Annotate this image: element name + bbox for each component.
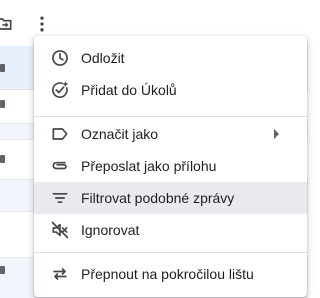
menu-item-label: Odložit bbox=[81, 50, 125, 66]
menu-item-add-to-tasks[interactable]: Přidat do Úkolů bbox=[34, 74, 307, 106]
move-to-icon[interactable] bbox=[0, 14, 14, 34]
mute-icon bbox=[50, 220, 70, 240]
row-checkbox-edge bbox=[0, 100, 5, 108]
menu-item-label: Ignorovat bbox=[81, 222, 140, 238]
menu-item-label: Přidat do Úkolů bbox=[81, 82, 177, 98]
clock-icon bbox=[50, 48, 70, 68]
filter-icon bbox=[50, 188, 70, 208]
swap-icon bbox=[50, 264, 70, 284]
menu-item-label: Označit jako bbox=[81, 126, 159, 142]
attachment-icon bbox=[50, 156, 70, 176]
menu-item-label: Přeposlat jako přílohu bbox=[81, 158, 217, 174]
label-icon bbox=[50, 124, 70, 144]
menu-item-switch-toolbar[interactable]: Přepnout na pokročilou lištu bbox=[34, 258, 307, 290]
menu-item-label: Přepnout na pokročilou lištu bbox=[81, 266, 254, 282]
menu-item-label-as[interactable]: Označit jako bbox=[34, 118, 307, 150]
menu-divider bbox=[34, 252, 307, 253]
more-vert-icon[interactable] bbox=[32, 14, 52, 34]
row-checkbox-edge bbox=[0, 64, 5, 72]
menu-item-label: Filtrovat podobné zprávy bbox=[81, 190, 235, 206]
menu-item-forward-as-attachment[interactable]: Přeposlat jako přílohu bbox=[34, 150, 307, 182]
menu-item-snooze[interactable]: Odložit bbox=[34, 42, 307, 74]
add-task-icon bbox=[50, 80, 70, 100]
row-checkbox-edge bbox=[0, 266, 5, 274]
menu-divider bbox=[34, 116, 307, 117]
menu-item-mute[interactable]: Ignorovat bbox=[34, 214, 307, 246]
row-checkbox-edge bbox=[0, 155, 5, 163]
submenu-arrow-icon bbox=[274, 129, 279, 139]
context-menu: Odložit Přidat do Úkolů Označit jako Pře… bbox=[34, 36, 307, 297]
menu-item-filter-similar[interactable]: Filtrovat podobné zprávy bbox=[34, 182, 307, 214]
